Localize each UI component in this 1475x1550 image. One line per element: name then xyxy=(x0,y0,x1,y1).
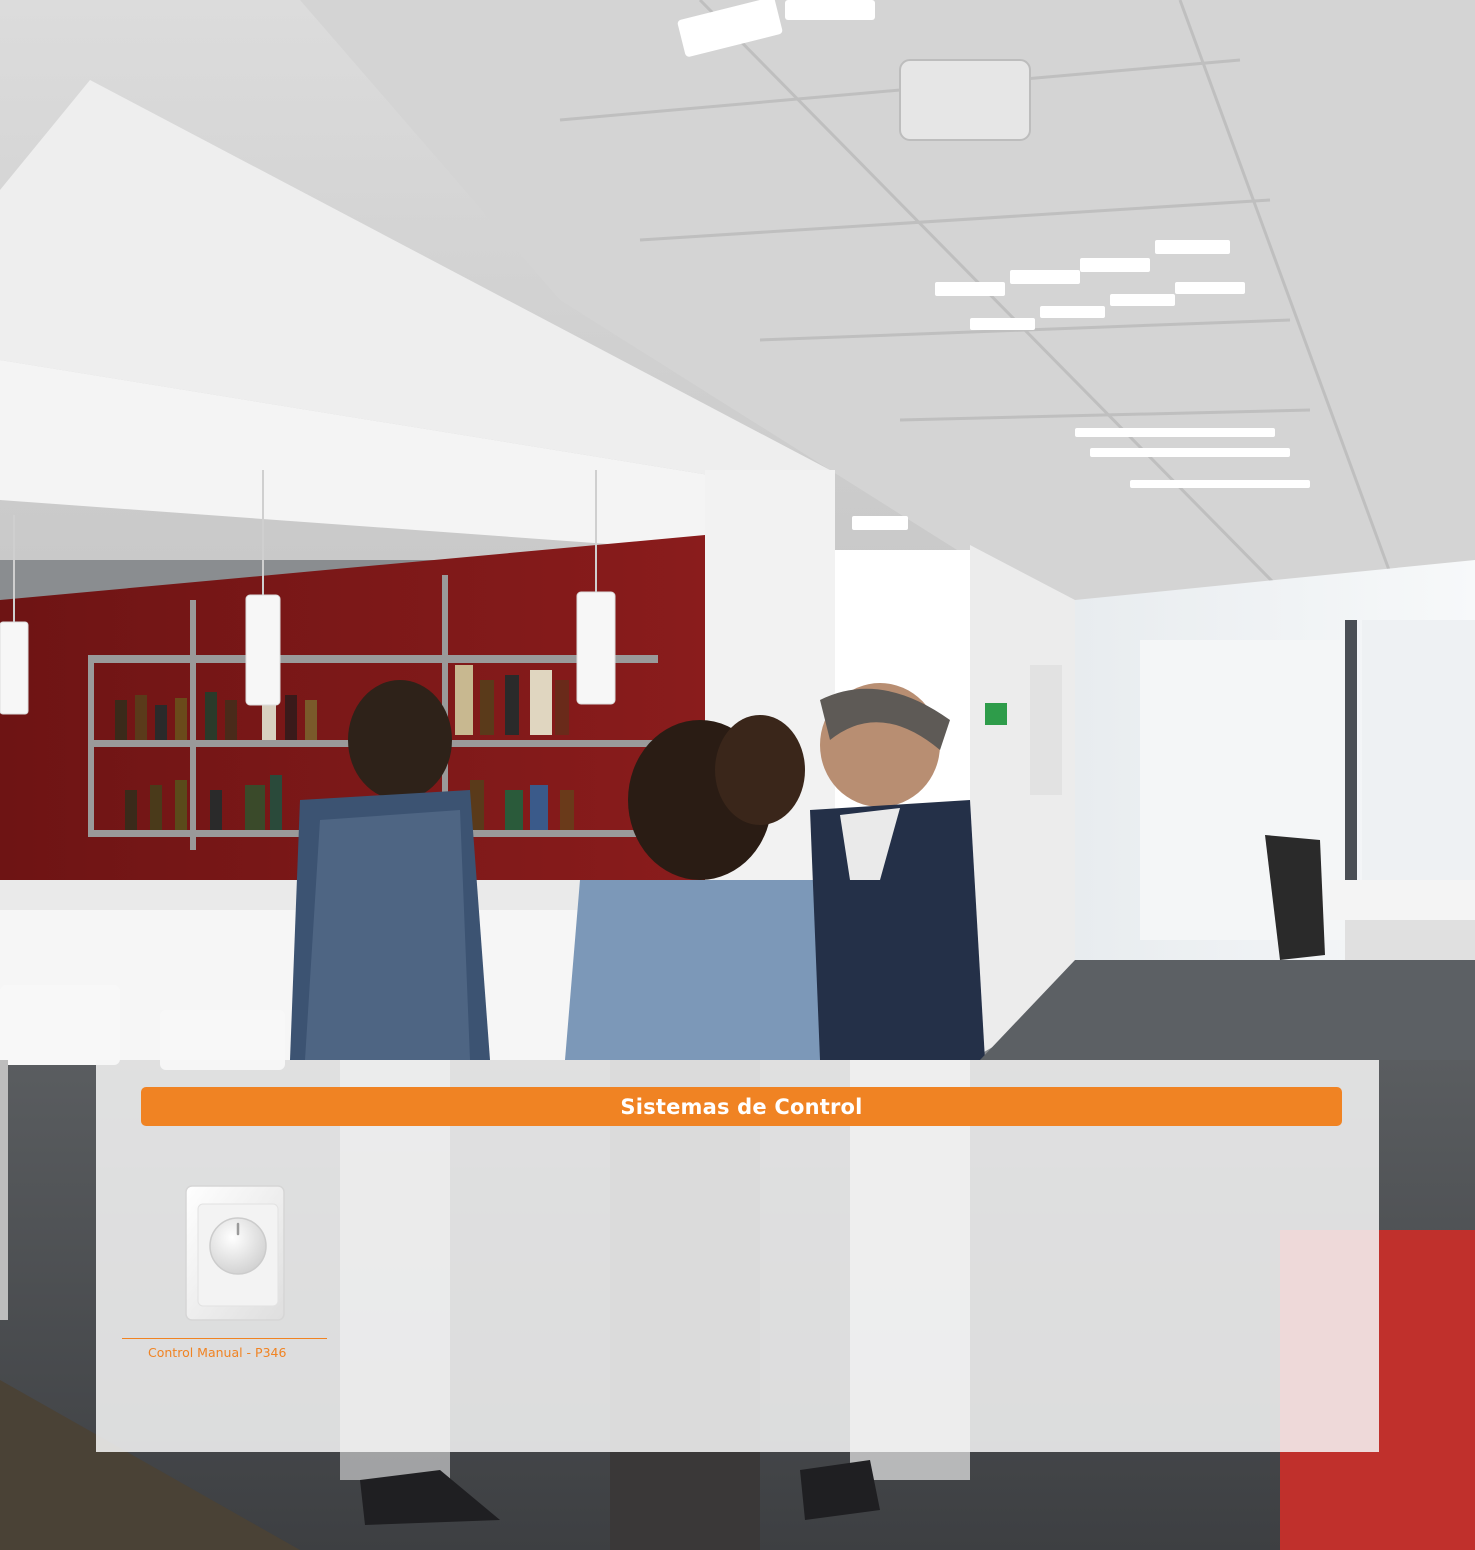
dimmer-switch-icon xyxy=(185,1185,285,1321)
brochure-page: Sistemas de Control Control Manual - P34… xyxy=(0,0,1475,1550)
caption-rule xyxy=(122,1338,327,1339)
info-panel: Sistemas de Control Control Manual - P34… xyxy=(96,1060,1379,1452)
product-caption: Control Manual - P346 xyxy=(148,1345,287,1360)
section-title: Sistemas de Control xyxy=(620,1094,863,1119)
section-header-bar: Sistemas de Control xyxy=(141,1087,1342,1126)
